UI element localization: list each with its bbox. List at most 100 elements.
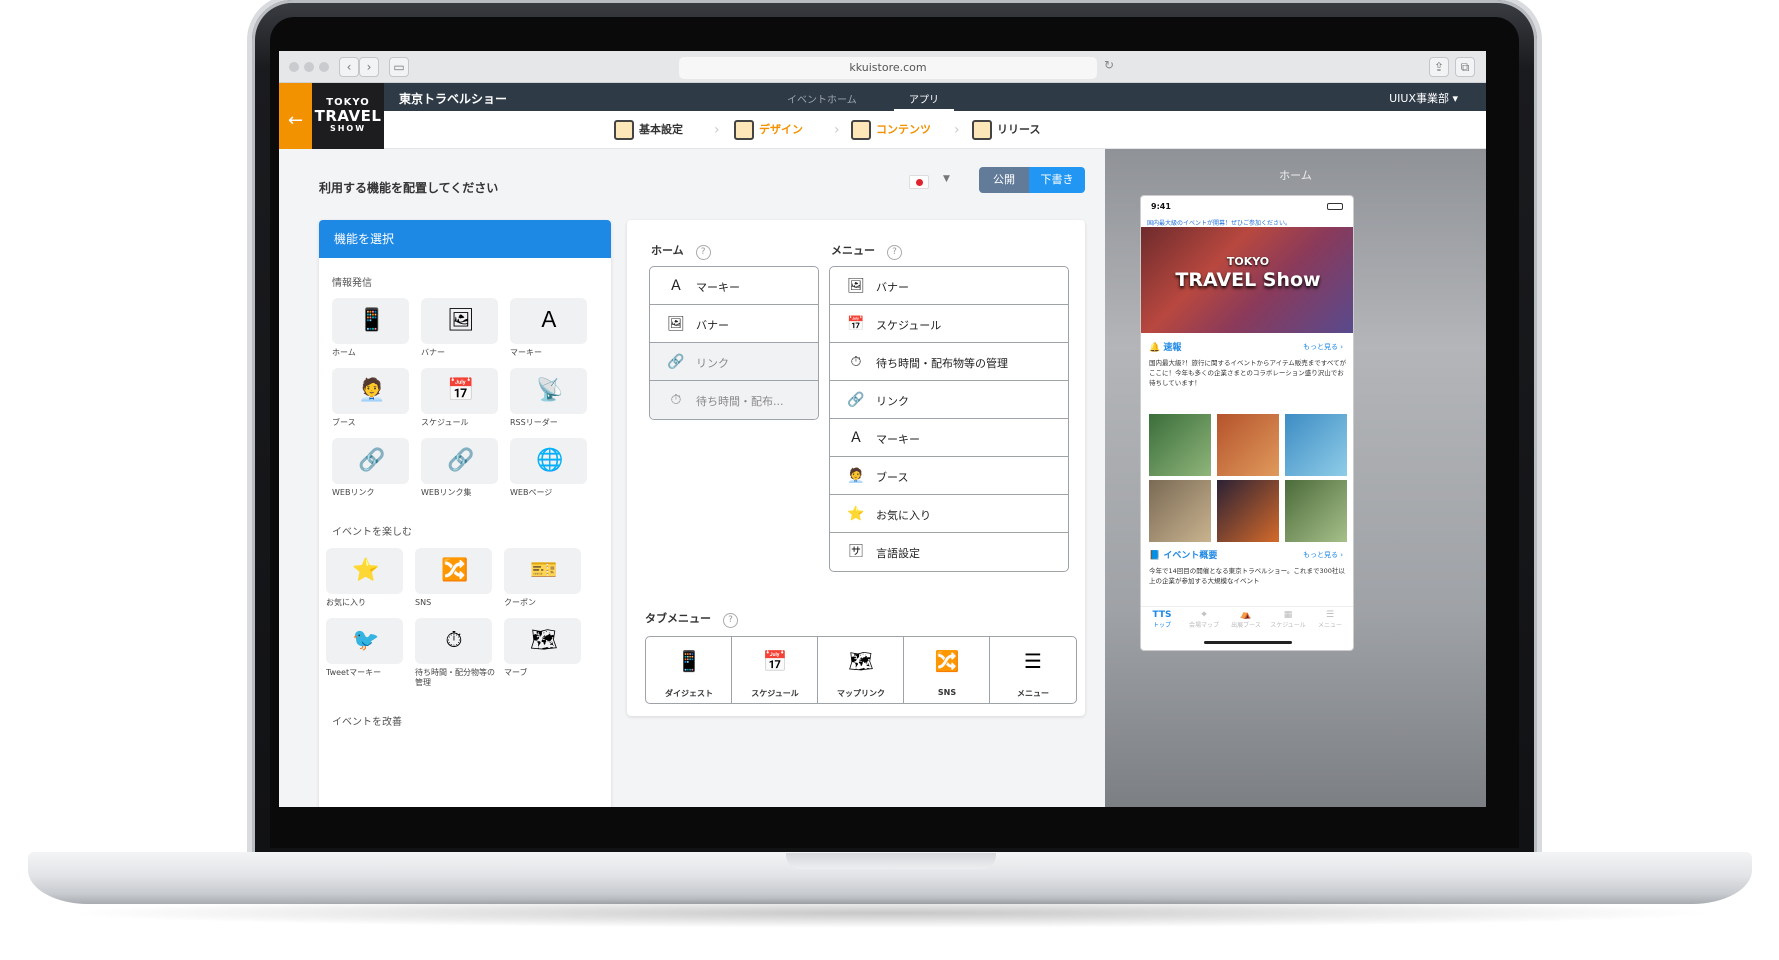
browser-forward-button[interactable]: ›: [359, 57, 379, 77]
feature-tile-wait-time[interactable]: ⏱ 待ち時間・配分物等の管理: [415, 618, 495, 687]
step-design[interactable]: デザイン: [734, 120, 803, 142]
news-title: 🔔 速報: [1149, 343, 1182, 353]
progress-steps: 基本設定 › デザイン › コンテンツ › リリース: [384, 111, 1486, 149]
feature-tile-web-link[interactable]: 🔗 WEBリンク: [332, 438, 409, 506]
step-contents[interactable]: コンテンツ: [851, 120, 931, 142]
language-caret-icon[interactable]: ▼: [943, 174, 950, 184]
news-more-link[interactable]: もっと見る ›: [1303, 342, 1343, 352]
star-icon: ⭐: [847, 506, 865, 522]
home-row-link[interactable]: 🔗 リンク: [650, 343, 818, 381]
menu-row-wait-time[interactable]: ⏱ 待ち時間・配布物等の管理: [830, 343, 1068, 381]
overview-more-link[interactable]: もっと見る ›: [1303, 550, 1343, 560]
home-row-wait-time[interactable]: ⏱ 待ち時間・配布...: [650, 381, 818, 419]
tab-sns[interactable]: 🔀 SNS: [904, 637, 990, 703]
phone-notice: 国内最大級のイベントが開幕！ぜひご参加ください。: [1147, 220, 1292, 227]
home-row-banner[interactable]: 🖼 バナー: [650, 305, 818, 343]
marquee-icon: Ａ: [537, 308, 560, 333]
settings-image-icon: [614, 120, 634, 140]
department-dropdown[interactable]: UIUX事業部 ▾: [1389, 90, 1458, 106]
draft-button[interactable]: 下書き: [1029, 167, 1085, 193]
reload-icon[interactable]: ↻: [1104, 58, 1114, 72]
feature-tile-sns[interactable]: 🔀 SNS: [415, 548, 492, 616]
phone-tab-booth[interactable]: ⛺ 出展ブース: [1225, 610, 1267, 629]
menu-row-language[interactable]: 🈂 言語設定: [830, 533, 1068, 571]
marquee-icon: Ａ: [849, 430, 863, 446]
photo: [1149, 414, 1211, 476]
photo-grid: [1149, 414, 1347, 542]
menu-row-booth[interactable]: 🧑‍💼 ブース: [830, 457, 1068, 495]
feature-tile-marquee[interactable]: Ａ マーキー: [510, 298, 587, 366]
phone-tab-menu[interactable]: ☰ メニュー: [1309, 610, 1351, 629]
tab-event-home[interactable]: イベントホーム: [787, 91, 857, 106]
language-flag-japan-icon[interactable]: [909, 175, 929, 189]
sidebar-toggle-icon[interactable]: ▭: [389, 57, 409, 77]
step-basic-settings[interactable]: 基本設定: [614, 120, 683, 142]
clock-person-icon: ⏱: [850, 354, 862, 370]
feature-tile-web-links[interactable]: 🔗 WEBリンク集: [421, 438, 498, 506]
menu-row-banner[interactable]: 🖼 バナー: [830, 267, 1068, 305]
news-text: 国内最大級?！旅行に関するイベントからアイテム販売まですべてがここに！今年も多く…: [1149, 359, 1347, 387]
tokyo-travel-show-logo: TOKYO TRAVEL SHOW: [312, 83, 384, 158]
links-icon: 🔗: [447, 448, 475, 473]
tab-digest[interactable]: 📱 ダイジェスト: [646, 637, 732, 703]
browser-back-button[interactable]: ‹: [339, 57, 359, 77]
contents-list-icon: [851, 120, 871, 140]
window-close-dot[interactable]: [289, 62, 299, 72]
banner-icon: 🖼: [847, 278, 865, 294]
menu-row-schedule[interactable]: 📅 スケジュール: [830, 305, 1068, 343]
publish-button[interactable]: 公開: [979, 167, 1029, 193]
step-release[interactable]: リリース: [972, 120, 1040, 142]
feature-tile-home[interactable]: 📱 ホーム: [332, 298, 409, 366]
back-button[interactable]: ←: [279, 83, 312, 158]
help-icon[interactable]: ?: [887, 245, 902, 260]
globe-icon: 🌐: [536, 448, 564, 473]
share-icon: 🔀: [441, 558, 469, 583]
tab-map-link[interactable]: 🗺 マップリンク: [818, 637, 904, 703]
phone-mockup: 9:41 国内最大級のイベントが開幕！ぜひご参加ください。 TOKYO TRAV…: [1140, 195, 1354, 651]
tab-menu[interactable]: ☰ メニュー: [990, 637, 1076, 703]
booth-icon: 🧑‍💼: [847, 468, 865, 484]
window-zoom-dot[interactable]: [319, 62, 329, 72]
help-icon[interactable]: ?: [723, 613, 738, 628]
group-label-info: 情報発信: [332, 278, 372, 289]
rss-icon: 📡: [536, 378, 564, 403]
booth-icon: 🧑‍💼: [358, 378, 386, 403]
home-column-title: ホーム?: [651, 242, 711, 260]
help-icon[interactable]: ?: [695, 245, 711, 260]
phone-tab-top[interactable]: TTS トップ: [1141, 610, 1183, 629]
laptop-notch: [786, 853, 996, 869]
map-icon: 🗺: [848, 649, 874, 673]
layout-panel: ホーム? メニュー? Ａ マーキー 🖼 バナー 🔗 リンク ⏱ 待ち時間・配布... 🖼…: [627, 220, 1085, 716]
menu-row-marquee[interactable]: Ａ マーキー: [830, 419, 1068, 457]
feature-tile-web-page[interactable]: 🌐 WEBページ: [510, 438, 587, 506]
feature-tile-coupon[interactable]: 🎫 クーポン: [504, 548, 581, 616]
feature-tile-rss[interactable]: 📡 RSSリーダー: [510, 368, 587, 436]
tab-schedule[interactable]: 📅 スケジュール: [732, 637, 818, 703]
feature-tile-tweet-marquee[interactable]: 🐦 Tweetマーキー: [326, 618, 403, 686]
share-icon[interactable]: ⇪: [1429, 57, 1449, 77]
menu-row-favorite[interactable]: ⭐ お気に入り: [830, 495, 1068, 533]
calendar-icon: 📅: [762, 649, 788, 673]
feature-tile-map[interactable]: 🗺 マーブ: [504, 618, 581, 686]
menu-row-link[interactable]: 🔗 リンク: [830, 381, 1068, 419]
phone-icon: 📱: [676, 649, 702, 673]
tab-app[interactable]: アプリ: [909, 91, 939, 106]
clock-person-icon: ⏱: [670, 392, 682, 408]
preview-title: ホーム: [1279, 169, 1312, 182]
tabs-icon[interactable]: ⧉: [1455, 57, 1475, 77]
map-icon: 🗺: [530, 628, 558, 653]
feature-tile-booth[interactable]: 🧑‍💼 ブース: [332, 368, 409, 436]
feature-tile-schedule[interactable]: 📅 スケジュール: [421, 368, 498, 436]
app-header: 東京トラベルショー イベントホーム アプリ UIUX事業部 ▾: [279, 83, 1486, 111]
phone-tab-schedule[interactable]: ▦ スケジュール: [1267, 610, 1309, 629]
url-field[interactable]: kkuistore.com: [679, 57, 1097, 79]
instruction-text: 利用する機能を配置してください: [319, 181, 499, 195]
link-icon: 🔗: [667, 354, 685, 370]
feature-tile-banner[interactable]: 🖼 バナー: [421, 298, 498, 366]
home-row-marquee[interactable]: Ａ マーキー: [650, 267, 818, 305]
photo: [1285, 414, 1347, 476]
feature-tile-favorite[interactable]: ⭐ お気に入り: [326, 548, 403, 616]
battery-icon: [1327, 203, 1343, 210]
window-minimize-dot[interactable]: [304, 62, 314, 72]
phone-tab-map[interactable]: ⌖ 会場マップ: [1183, 610, 1225, 629]
